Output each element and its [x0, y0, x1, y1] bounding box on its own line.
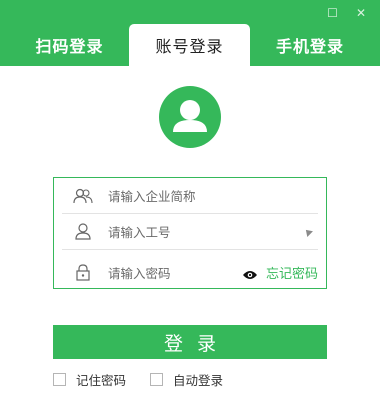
- eye-icon[interactable]: [242, 266, 258, 279]
- remember-password-option[interactable]: 记住密码: [53, 370, 126, 389]
- auto-login-option[interactable]: 自动登录: [150, 370, 223, 389]
- password-field[interactable]: 请输入密码 忘记密码: [62, 254, 318, 290]
- password-input[interactable]: 请输入密码: [108, 263, 242, 282]
- employee-id-input[interactable]: 请输入工号: [108, 222, 304, 241]
- login-button[interactable]: 登录: [53, 325, 327, 359]
- header-bar: ☐ ✕ 扫码登录 账号登录 手机登录: [0, 0, 380, 66]
- company-input[interactable]: 请输入企业简称: [108, 186, 318, 205]
- window-controls: ☐ ✕: [327, 6, 366, 20]
- user-icon: [72, 221, 94, 243]
- tab-account-login[interactable]: 账号登录: [129, 24, 250, 66]
- auto-login-checkbox[interactable]: [150, 373, 163, 386]
- employee-id-field[interactable]: 请输入工号: [62, 214, 318, 250]
- login-form: 请输入企业简称 请输入工号 请输入密码 忘记密码: [53, 177, 327, 289]
- auto-login-label: 自动登录: [173, 373, 224, 388]
- dropdown-arrow-icon[interactable]: [303, 226, 313, 237]
- tab-qr-login[interactable]: 扫码登录: [12, 24, 127, 66]
- avatar-icon: [159, 86, 221, 148]
- remember-password-checkbox[interactable]: [53, 373, 66, 386]
- lock-icon: [72, 261, 94, 283]
- remember-password-label: 记住密码: [76, 373, 127, 388]
- company-field[interactable]: 请输入企业简称: [62, 178, 318, 214]
- login-window: ☐ ✕ 扫码登录 账号登录 手机登录 请输入企业简称 请输入工号 请输入密码 忘…: [0, 0, 380, 420]
- forgot-password-link[interactable]: 忘记密码: [266, 263, 318, 282]
- maximize-icon[interactable]: ☐: [327, 6, 338, 20]
- tab-phone-login[interactable]: 手机登录: [250, 24, 370, 66]
- close-icon[interactable]: ✕: [356, 6, 366, 20]
- group-icon: [72, 185, 94, 207]
